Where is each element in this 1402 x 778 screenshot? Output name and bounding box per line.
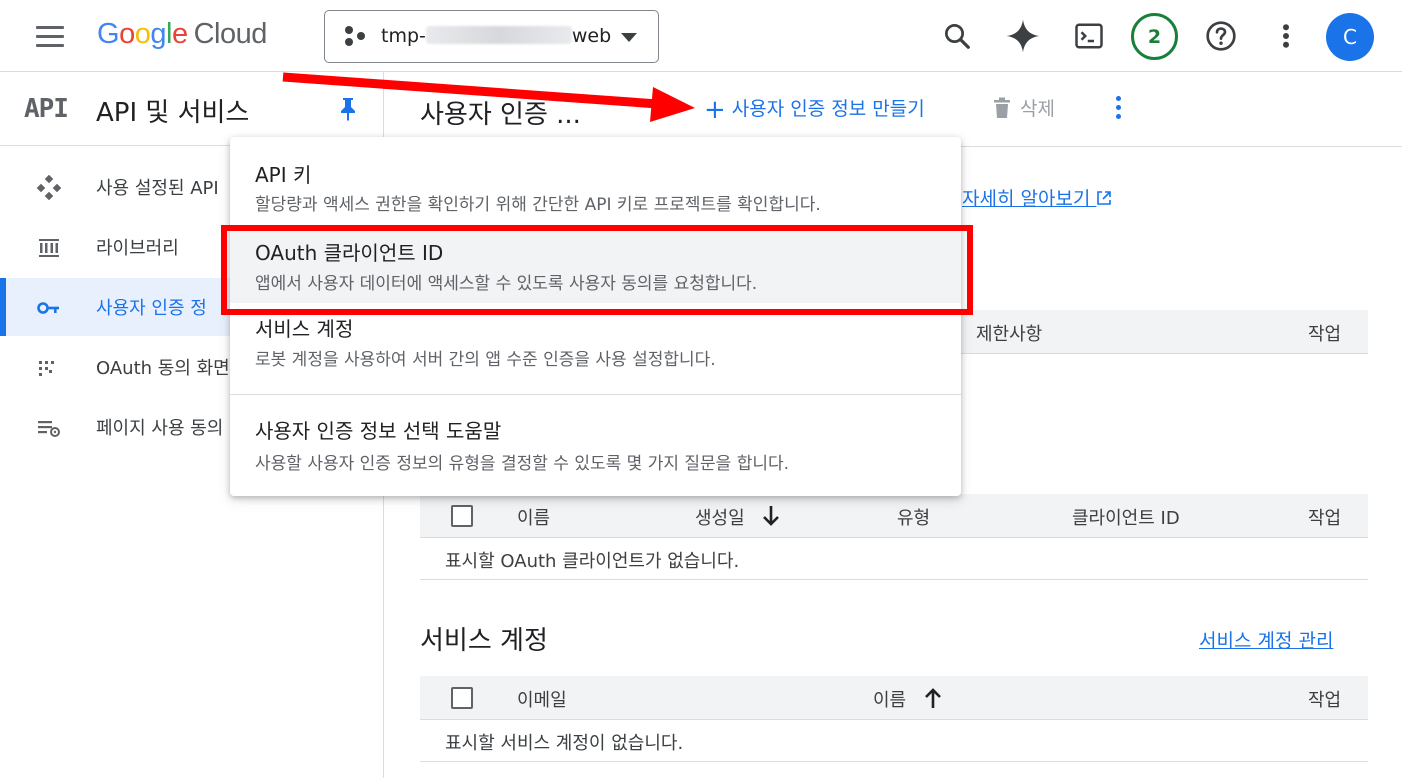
sidebar-item-label: 사용자 인증 정 — [96, 298, 207, 319]
external-link-icon — [1097, 191, 1112, 205]
empty-message: 표시할 서비스 계정이 없습니다. — [445, 733, 684, 754]
menu-item-description: 로봇 계정을 사용하여 서버 간의 앱 수준 인증을 사용 설정합니다. — [255, 350, 716, 370]
column-name[interactable]: 이름 — [873, 686, 906, 712]
delete-button[interactable]: 삭제 — [992, 94, 1055, 121]
logo-letter: o — [134, 18, 151, 50]
logo-letter: G — [97, 18, 120, 50]
consent-icon — [36, 355, 62, 381]
page-header: 사용자 인증 ... + 사용자 인증 정보 만들기 삭제 — [384, 72, 1402, 147]
menu-item-title: API 키 — [255, 163, 312, 187]
menu-item-title: OAuth 클라이언트 ID — [255, 241, 444, 265]
main-menu-icon[interactable] — [36, 26, 66, 48]
sidebar-item-label: 라이브러리 — [96, 238, 179, 259]
google-cloud-logo[interactable]: Google Cloud — [97, 18, 267, 51]
notifications-badge[interactable]: 2 — [1131, 13, 1178, 60]
menu-item-credentials-wizard[interactable]: 사용자 인증 정보 선택 도움말 사용할 사용자 인증 정보의 유형을 결정할 … — [230, 395, 961, 495]
menu-item-oauth-client-id[interactable]: OAuth 클라이언트 ID 앱에서 사용자 데이터에 액세스할 수 있도록 사… — [230, 225, 961, 303]
trash-icon — [994, 97, 1010, 118]
column-created[interactable]: 생성일 — [695, 504, 745, 530]
logo-letter: e — [171, 18, 188, 50]
learn-more-label: 자세히 알아보기 — [962, 188, 1091, 210]
logo-cloud-text: Cloud — [193, 18, 268, 50]
service-accounts-empty-row: 표시할 서비스 계정이 없습니다. — [420, 720, 1368, 762]
logo-letter: o — [119, 18, 135, 50]
column-restrictions: 제한사항 — [976, 324, 1043, 345]
learn-more-link[interactable]: 자세히 알아보기 — [962, 184, 1112, 211]
sidebar-header: API API 및 서비스 — [0, 72, 383, 146]
service-accounts-title: 서비스 계정 — [420, 626, 548, 656]
project-name-prefix: tmp- — [381, 25, 426, 47]
column-actions: 작업 — [1308, 324, 1342, 345]
oauth-empty-row: 표시할 OAuth 클라이언트가 없습니다. — [420, 538, 1368, 580]
top-app-bar: Google Cloud tmp-web 2 C — [0, 0, 1402, 72]
menu-item-title: 사용자 인증 정보 선택 도움말 — [255, 419, 502, 443]
logo-letter: g — [150, 18, 166, 50]
create-credentials-button[interactable]: + 사용자 인증 정보 만들기 — [704, 94, 925, 125]
pin-icon[interactable] — [336, 96, 360, 122]
project-name: tmp-web — [381, 25, 611, 47]
more-vert-icon[interactable] — [1108, 94, 1128, 124]
sidebar-item-label: 페이지 사용 동의 — [96, 418, 224, 439]
account-avatar[interactable]: C — [1326, 13, 1374, 61]
sidebar-title: API 및 서비스 — [96, 98, 250, 128]
project-picker[interactable]: tmp-web — [324, 10, 659, 63]
settings-list-icon — [36, 415, 62, 441]
sort-ascending-icon[interactable] — [923, 686, 943, 710]
api-logo-icon: API — [24, 94, 69, 124]
sidebar-item-label: 사용 설정된 API — [96, 178, 219, 199]
more-vert-icon[interactable] — [1266, 16, 1306, 56]
redacted-text — [425, 26, 572, 44]
column-client-id: 클라이언트 ID — [1072, 508, 1180, 529]
oauth-table-header: 이름 생성일 유형 클라이언트 ID 작업 — [420, 494, 1368, 538]
select-all-checkbox[interactable] — [451, 505, 473, 527]
key-icon — [36, 295, 62, 321]
menu-item-service-account[interactable]: 서비스 계정 로봇 계정을 사용하여 서버 간의 앱 수준 인증을 사용 설정합… — [230, 303, 961, 393]
column-type: 유형 — [897, 508, 931, 529]
menu-item-title: 서비스 계정 — [255, 317, 354, 341]
column-actions: 작업 — [1308, 690, 1342, 711]
plus-icon: + — [704, 95, 726, 125]
search-icon[interactable] — [937, 16, 977, 56]
project-name-suffix: web — [571, 25, 612, 47]
sidebar-item-label: OAuth 동의 화면 — [96, 358, 230, 379]
menu-item-description: 할당량과 액세스 권한을 확인하기 위해 간단한 API 키로 프로젝트를 확인… — [255, 195, 821, 215]
library-icon — [36, 235, 62, 261]
create-credentials-label: 사용자 인증 정보 만들기 — [731, 98, 925, 120]
column-actions: 작업 — [1308, 508, 1342, 529]
delete-label: 삭제 — [1020, 98, 1055, 120]
menu-item-description: 앱에서 사용자 데이터에 액세스할 수 있도록 사용자 동의를 요청합니다. — [255, 274, 758, 294]
column-email: 이메일 — [517, 690, 567, 711]
create-credentials-menu: API 키 할당량과 액세스 권한을 확인하기 위해 간단한 API 키로 프로… — [230, 137, 961, 496]
cloud-shell-icon[interactable] — [1069, 16, 1109, 56]
service-accounts-table-header: 이메일 이름 작업 — [420, 676, 1368, 720]
sort-descending-icon[interactable] — [761, 504, 781, 528]
select-all-checkbox[interactable] — [451, 687, 473, 709]
gemini-sparkle-icon[interactable] — [1003, 16, 1043, 56]
column-name: 이름 — [517, 508, 551, 529]
empty-message: 표시할 OAuth 클라이언트가 없습니다. — [445, 551, 740, 572]
project-icon — [345, 26, 367, 48]
diamond-grid-icon — [36, 174, 62, 201]
menu-item-description: 사용할 사용자 인증 정보의 유형을 결정할 수 있도록 몇 가지 질문을 합니… — [255, 454, 790, 474]
menu-item-api-key[interactable]: API 키 할당량과 액세스 권한을 확인하기 위해 간단한 API 키로 프로… — [230, 137, 961, 223]
chevron-down-icon — [621, 33, 637, 42]
page-title: 사용자 인증 ... — [420, 100, 581, 130]
manage-service-accounts-link[interactable]: 서비스 계정 관리 — [1199, 626, 1333, 653]
help-icon[interactable] — [1201, 16, 1241, 56]
